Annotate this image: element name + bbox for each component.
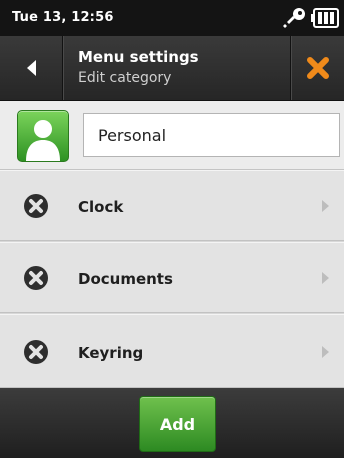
category-name-input[interactable]	[83, 113, 340, 157]
list-item-documents[interactable]: Documents	[0, 242, 344, 313]
page-title: Menu settings	[78, 48, 199, 66]
list-item-clock[interactable]: Clock	[0, 170, 344, 241]
back-arrow-icon	[27, 60, 36, 76]
category-icon-button[interactable]	[17, 110, 69, 162]
person-icon	[26, 120, 60, 161]
category-row	[0, 101, 344, 170]
status-time: Tue 13, 12:56	[12, 10, 114, 25]
remove-icon[interactable]	[23, 265, 49, 291]
list-item-label: Keyring	[78, 344, 144, 362]
list-item-label: Documents	[78, 270, 173, 288]
back-button[interactable]	[0, 36, 63, 100]
key-icon	[283, 8, 305, 28]
status-bar: Tue 13, 12:56	[0, 0, 344, 36]
add-button[interactable]: Add	[139, 396, 216, 452]
remove-icon[interactable]	[23, 193, 49, 219]
close-x-icon	[307, 57, 329, 79]
chevron-right-icon	[322, 272, 329, 284]
header: Menu settings Edit category	[0, 36, 344, 101]
footer-bar: Add	[0, 388, 344, 458]
page-subtitle: Edit category	[78, 70, 172, 86]
list-item-label: Clock	[78, 198, 124, 216]
chevron-right-icon	[322, 200, 329, 212]
remove-icon[interactable]	[23, 339, 49, 365]
battery-icon	[311, 8, 339, 28]
list-item-keyring[interactable]: Keyring	[0, 314, 344, 388]
close-button[interactable]	[290, 36, 344, 100]
chevron-right-icon	[322, 346, 329, 358]
